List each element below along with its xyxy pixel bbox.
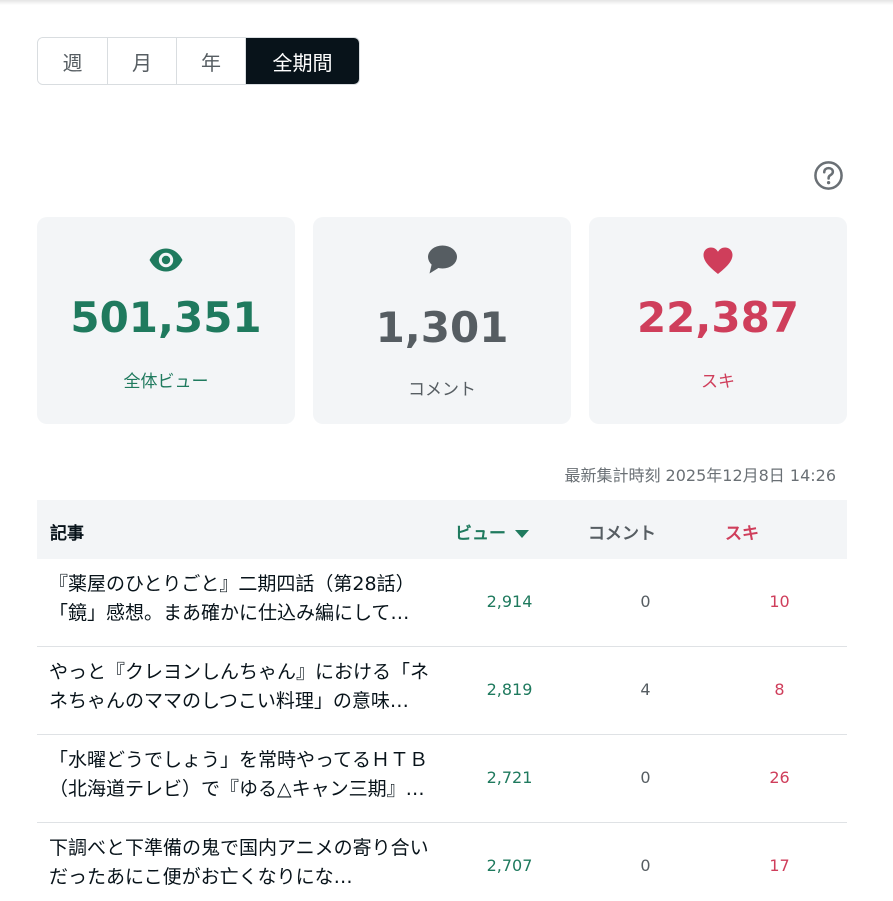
total-comments-value: 1,301 <box>375 303 509 352</box>
article-comments: 0 <box>640 856 651 875</box>
total-comments-label: コメント <box>408 380 476 400</box>
article-likes: 26 <box>769 768 790 787</box>
total-views-value: 501,351 <box>70 293 262 342</box>
total-likes-value: 22,387 <box>636 293 800 342</box>
article-title[interactable]: やっと『クレヨンしんちゃん』における「ネネちゃんのママのしつこい料理」の意味… <box>49 658 429 716</box>
table-header: 記事 ビュー コメント スキ <box>37 500 847 559</box>
table-row[interactable]: 『薬屋のひとりごと』二期四話（第28話）「鏡」感想。まあ確かに仕込み編にして… … <box>37 559 847 647</box>
total-views-label: 全体ビュー <box>123 372 209 392</box>
article-title[interactable]: 下調べと下準備の鬼で国内アニメの寄り合いだったあにこ便がお亡くなりにな… <box>49 834 429 892</box>
last-updated-timestamp: 最新集計時刻 2025年12月8日 14:26 <box>564 466 836 485</box>
tab-year[interactable]: 年 <box>177 38 246 84</box>
likes-stat-card: 22,387 スキ <box>589 217 847 424</box>
column-header-views[interactable]: ビュー <box>455 519 529 544</box>
period-tabs: 週 月 年 全期間 <box>37 37 360 85</box>
article-views: 2,707 <box>486 856 533 875</box>
article-views: 2,721 <box>486 768 533 787</box>
article-likes: 17 <box>769 856 790 875</box>
column-header-comments[interactable]: コメント <box>588 519 656 544</box>
table-row[interactable]: 下調べと下準備の鬼で国内アニメの寄り合いだったあにこ便がお亡くなりにな… 2,7… <box>37 823 847 901</box>
article-views: 2,914 <box>486 592 533 611</box>
sort-desc-icon <box>515 530 529 538</box>
help-icon[interactable] <box>813 160 844 191</box>
top-shadow <box>0 0 893 5</box>
article-likes: 10 <box>769 592 790 611</box>
table-row[interactable]: やっと『クレヨンしんちゃん』における「ネネちゃんのママのしつこい料理」の意味… … <box>37 647 847 735</box>
table-row[interactable]: 「水曜どうでしょう」を常時やってるＨＴＢ（北海道テレビ）で『ゆる△キャン三期』…… <box>37 735 847 823</box>
tab-week[interactable]: 週 <box>38 38 108 84</box>
views-stat-card: 501,351 全体ビュー <box>37 217 295 424</box>
article-comments: 0 <box>640 768 651 787</box>
heart-icon <box>703 247 733 274</box>
column-header-likes[interactable]: スキ <box>725 519 759 544</box>
speech-bubble-icon <box>428 245 457 274</box>
article-title[interactable]: 『薬屋のひとりごと』二期四話（第28話）「鏡」感想。まあ確かに仕込み編にして… <box>49 570 429 628</box>
column-header-article: 記事 <box>50 524 84 544</box>
tab-month[interactable]: 月 <box>108 38 177 84</box>
tab-all-time[interactable]: 全期間 <box>246 38 359 84</box>
article-views: 2,819 <box>486 680 533 699</box>
comments-stat-card: 1,301 コメント <box>313 217 571 424</box>
article-likes: 8 <box>774 680 785 699</box>
eye-icon <box>149 248 183 272</box>
article-comments: 4 <box>640 680 651 699</box>
column-header-views-label: ビュー <box>455 524 506 544</box>
total-likes-label: スキ <box>701 372 735 392</box>
article-comments: 0 <box>640 592 651 611</box>
article-title[interactable]: 「水曜どうでしょう」を常時やってるＨＴＢ（北海道テレビ）で『ゆる△キャン三期』… <box>49 746 429 804</box>
